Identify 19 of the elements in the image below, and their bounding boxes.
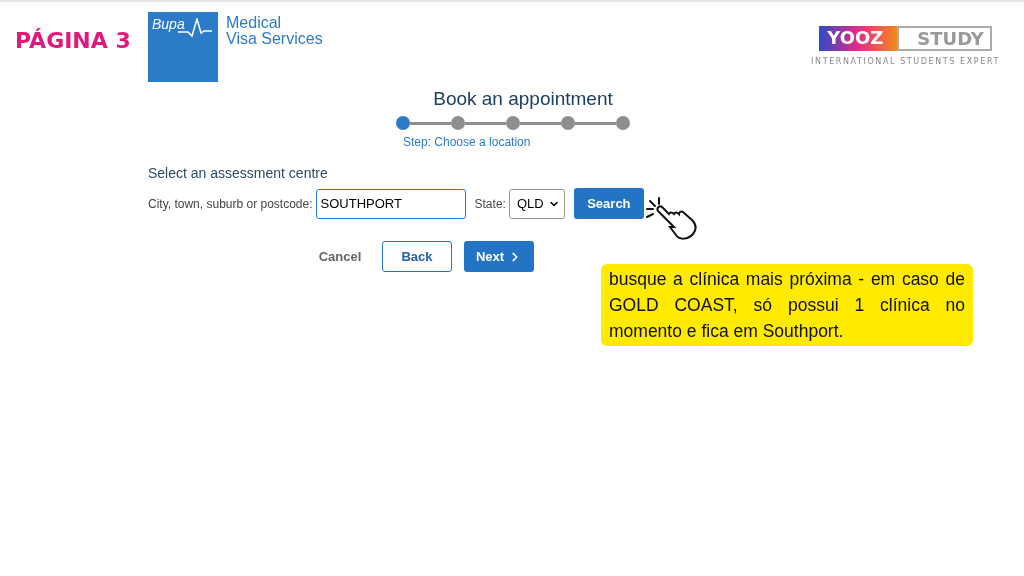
cancel-button[interactable]: Cancel	[310, 241, 370, 272]
pointer-hand-icon	[645, 197, 697, 243]
page-title: Book an appointment	[433, 88, 613, 110]
field-label: State:	[474, 196, 506, 211]
next-button[interactable]: Next	[464, 241, 534, 272]
service-name: Visa Services	[226, 31, 323, 47]
service-name: Medical	[226, 15, 283, 31]
page-label: PÁGINA 3	[15, 28, 132, 53]
state-select[interactable]: QLD	[508, 188, 565, 219]
location-field[interactable]: SOUTHPORT	[315, 188, 466, 219]
partner-logo-text: STUDY	[897, 26, 992, 51]
annotation-note: busque a clínica mais próxima - em caso de GOLD COAST, só possui 1 clínica no momento e fica em Southport.	[601, 264, 973, 346]
step-caption: Step: Choose a location	[403, 135, 532, 149]
bupa-logo: Bupa	[148, 12, 218, 82]
search-button[interactable]: Search	[573, 188, 644, 219]
section-heading: Select an assessment centre	[148, 165, 329, 181]
field-label: City, town, suburb or postcode:	[148, 196, 313, 211]
back-button[interactable]: Back	[382, 241, 452, 272]
partner-tagline: INTERNATIONAL STUDENTS EXPERT	[811, 57, 1000, 66]
